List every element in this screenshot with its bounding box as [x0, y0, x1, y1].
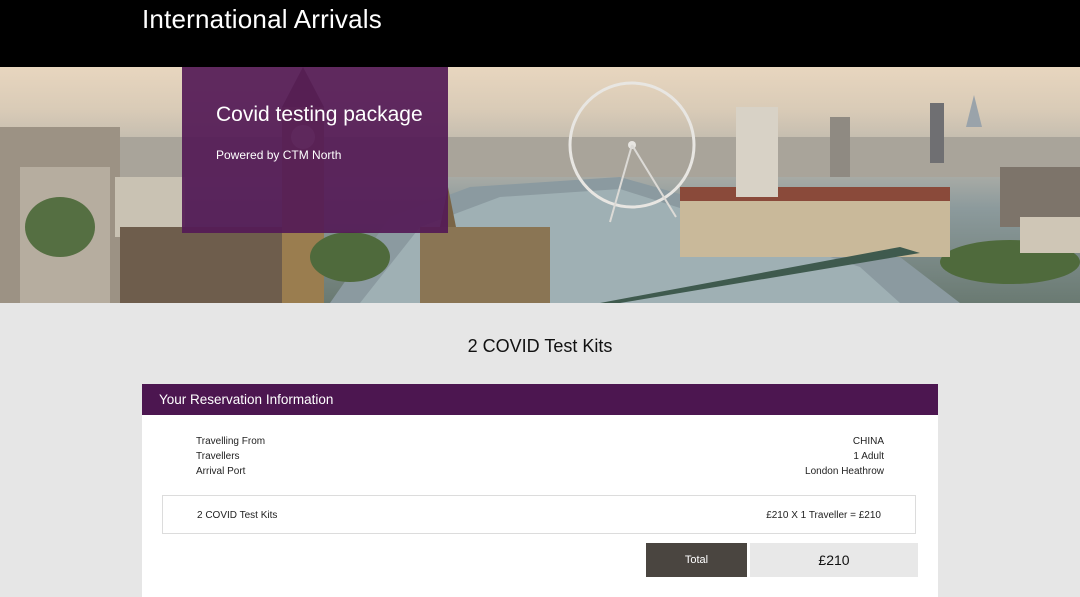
line-item-name: 2 COVID Test Kits [197, 510, 278, 521]
detail-label: Travellers [196, 451, 240, 462]
promo-overlay: Covid testing package Powered by CTM Nor… [182, 67, 448, 233]
promo-subtitle: Powered by CTM North [216, 148, 342, 162]
reservation-card: Your Reservation Information Travelling … [142, 384, 938, 597]
product-heading: 2 COVID Test Kits [467, 336, 613, 356]
detail-value: 1 Adult [853, 451, 884, 462]
detail-row-travellers: Travellers 1 Adult [196, 451, 884, 466]
detail-value: CHINA [852, 436, 884, 447]
detail-row-arrival-port: Arrival Port London Heathrow [196, 466, 884, 481]
detail-value: London Heathrow [805, 466, 884, 477]
promo-title: Covid testing package [216, 103, 423, 126]
hero-banner-image [0, 67, 1080, 303]
total-value: £210 [750, 543, 918, 577]
page-title: International Arrivals [142, 4, 382, 34]
detail-row-travelling-from: Travelling From CHINA [196, 436, 884, 451]
london-skyline-illustration [0, 67, 1080, 303]
reservation-header: Your Reservation Information [142, 384, 938, 415]
line-item-calculation: £210 X 1 Traveller = £210 [766, 510, 881, 521]
reservation-header-title: Your Reservation Information [159, 392, 334, 407]
total-label: Total [646, 543, 747, 577]
detail-label: Travelling From [196, 436, 266, 447]
top-bar: International Arrivals [0, 0, 1080, 67]
line-item-box: 2 COVID Test Kits £210 X 1 Traveller = £… [162, 495, 916, 534]
detail-label: Arrival Port [196, 466, 246, 477]
